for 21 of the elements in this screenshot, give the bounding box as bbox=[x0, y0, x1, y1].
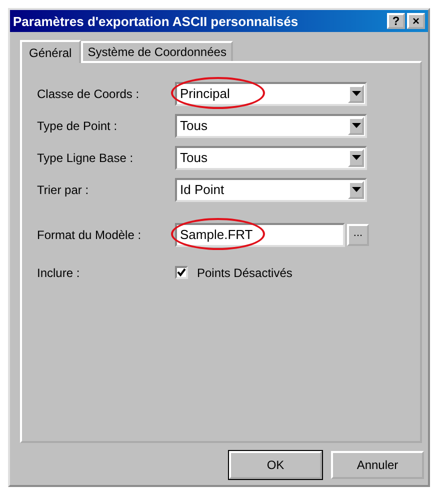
tab[interactable]: Système de Coordonnées bbox=[80, 41, 234, 61]
field-label: Type Ligne Base : bbox=[37, 150, 134, 164]
help-button[interactable]: ? bbox=[387, 13, 405, 29]
checkbox-label: Points Désactivés bbox=[197, 266, 292, 280]
checkbox[interactable] bbox=[175, 266, 188, 279]
dropdown[interactable]: Tous bbox=[175, 114, 367, 138]
dialog-button[interactable]: Annuler bbox=[331, 451, 424, 479]
field-label: Format du Modèle : bbox=[37, 228, 142, 242]
input-field[interactable]: Sample.FRT bbox=[175, 222, 345, 246]
tab[interactable]: Général bbox=[20, 40, 81, 63]
field-label: Classe de Coords : bbox=[37, 86, 140, 100]
browse-button[interactable]: ... bbox=[347, 224, 369, 246]
dropdown[interactable]: Principal bbox=[175, 82, 367, 106]
field-label: Inclure : bbox=[37, 266, 81, 280]
close-button[interactable]: × bbox=[407, 13, 425, 29]
field-label: Trier par : bbox=[37, 182, 90, 196]
field-label: Type de Point : bbox=[37, 118, 118, 132]
window-title: Paramètres d'exportation ASCII personnalisés bbox=[13, 14, 300, 28]
dropdown[interactable]: Tous bbox=[175, 146, 367, 170]
dialog-button[interactable]: OK bbox=[229, 451, 322, 479]
dropdown[interactable]: Id Point bbox=[175, 178, 367, 202]
